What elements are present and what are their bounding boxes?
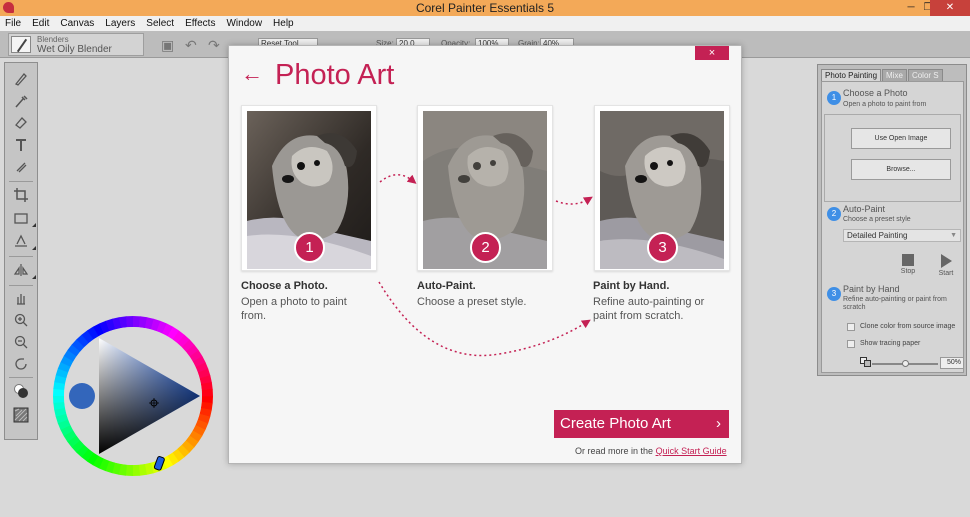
tracing-opacity-value[interactable]: 50% [940, 357, 964, 369]
main-color-swatch [69, 383, 95, 409]
rotate-page-icon[interactable] [11, 354, 31, 374]
transform-tool-icon[interactable] [11, 231, 31, 251]
use-open-image-button[interactable]: Use Open Image [851, 128, 951, 149]
redo-icon[interactable]: ↷ [208, 38, 220, 52]
panel-choose-photo-heading: Choose a Photo [843, 88, 908, 98]
brush-icon [11, 36, 31, 53]
start-label: Start [938, 270, 954, 277]
menu-canvas[interactable]: Canvas [55, 16, 100, 31]
dropper-tool-icon[interactable] [11, 91, 31, 111]
show-tracing-label: Show tracing paper [860, 340, 921, 347]
brush-tool-icon[interactable] [11, 69, 31, 89]
step-3-description: Refine auto-painting or paint from scrat… [593, 296, 705, 322]
hue-ring-segment [132, 464, 140, 476]
preset-style-value: Detailed Painting [847, 231, 908, 240]
photo-art-dialog: × ← Photo Art 1 2 3 Choose a Photo. Open… [228, 45, 742, 464]
clone-color-checkbox[interactable] [847, 323, 855, 331]
step-1-card[interactable]: 1 [241, 105, 377, 271]
menu-window[interactable]: Window [221, 16, 268, 31]
close-window-button[interactable]: ✕ [930, 0, 970, 16]
undo-icon[interactable]: ↶ [185, 38, 197, 52]
menu-edit[interactable]: Edit [27, 16, 55, 31]
crop-tool-icon[interactable] [11, 185, 31, 205]
tracing-paper-icon [860, 357, 871, 367]
step-3-card[interactable]: 3 [594, 105, 730, 271]
brush-selector[interactable]: Blenders Wet Oily Blender [8, 33, 144, 56]
brush-category: Blenders [37, 35, 69, 44]
hue-ring-segment [53, 395, 65, 403]
panel-auto-paint-subtitle: Choose a preset style [843, 216, 911, 223]
stop-label: Stop [900, 268, 916, 275]
create-photo-art-label: Create Photo Art [560, 415, 671, 432]
text-tool-icon[interactable] [11, 135, 31, 155]
flyout-indicator [32, 275, 36, 279]
mirror-tool-icon[interactable] [11, 260, 31, 280]
panel-body: 1 Choose a Photo Open a photo to paint f… [821, 81, 964, 373]
panel-paint-by-hand-heading: Paint by Hand [843, 284, 900, 294]
title-bar: Corel Painter Essentials 5 ─ ❐ ✕ [0, 0, 970, 16]
menu-effects[interactable]: Effects [180, 16, 221, 31]
step-3-badge: 3 [647, 232, 678, 263]
panel-auto-paint-heading: Auto-Paint [843, 204, 886, 214]
eraser-tool-icon[interactable] [11, 113, 31, 133]
step-3-title: Paint by Hand. [593, 280, 670, 292]
step-2-card[interactable]: 2 [417, 105, 553, 271]
color-wheel[interactable] [52, 315, 214, 477]
panel-step-1-badge: 1 [827, 91, 841, 105]
create-photo-art-button[interactable]: Create Photo Art › [554, 410, 729, 438]
hue-ring-segment [126, 316, 134, 328]
chevron-right-icon: › [716, 415, 721, 432]
step-2-description: Choose a preset style. [417, 296, 527, 308]
step-1-title: Choose a Photo. [241, 280, 328, 292]
preset-style-select[interactable]: Detailed Painting ▼ [843, 229, 961, 242]
window-title: Corel Painter Essentials 5 [415, 1, 555, 15]
zoom-in-icon[interactable] [11, 310, 31, 330]
read-more-prefix: Or read more in the [575, 446, 654, 456]
dialog-title: Photo Art [275, 59, 395, 91]
play-icon [940, 254, 952, 268]
step-1-badge: 1 [294, 232, 325, 263]
toolbox-divider [9, 285, 33, 286]
read-more-text: Or read more in the Quick Start Guide [575, 446, 727, 456]
main-additional-color-icon[interactable] [11, 381, 31, 401]
clone-color-label: Clone color from source image [860, 323, 956, 330]
show-tracing-checkbox[interactable] [847, 340, 855, 348]
chevron-down-icon: ▼ [950, 232, 957, 239]
menu-bar: File Edit Canvas Layers Select Effects W… [0, 16, 970, 31]
dialog-close-button[interactable]: × [695, 46, 729, 60]
toolbox-divider [9, 256, 33, 257]
blender-tool-icon[interactable] [11, 157, 31, 177]
zoom-out-icon[interactable] [11, 332, 31, 352]
panel-step-2-badge: 2 [827, 207, 841, 221]
toolbox-divider [9, 181, 33, 182]
panel-choose-photo-subtitle: Open a photo to paint from [843, 101, 927, 108]
panel-step-3-badge: 3 [827, 287, 841, 301]
tracing-opacity-handle[interactable] [901, 360, 909, 367]
step-1-description: Open a photo to paint from. [241, 296, 347, 322]
rectangle-select-icon[interactable] [11, 208, 31, 228]
step-2-title: Auto-Paint. [417, 280, 476, 292]
back-arrow-icon[interactable]: ← [241, 63, 263, 85]
menu-layers[interactable]: Layers [100, 16, 141, 31]
stop-icon [902, 254, 914, 266]
step-2-badge: 2 [470, 232, 501, 263]
grabber-tool-icon[interactable] [11, 288, 31, 308]
menu-file[interactable]: File [0, 16, 27, 31]
toolbox-divider [9, 377, 33, 378]
panel-paint-by-hand-subtitle: Refine auto-painting or paint from scrat… [843, 296, 947, 311]
brush-variant: Wet Oily Blender [37, 44, 112, 55]
toolbox [4, 62, 38, 440]
browse-button[interactable]: Browse... [851, 159, 951, 180]
paper-texture-icon[interactable] [11, 405, 31, 425]
start-button[interactable]: Start [934, 254, 958, 277]
flyout-indicator [32, 223, 36, 227]
photo-painting-panel: Photo Painting Mixe Color S 1 Choose a P… [817, 64, 967, 376]
stop-button[interactable]: Stop [896, 254, 920, 275]
save-icon[interactable]: ▣ [161, 38, 174, 52]
menu-help[interactable]: Help [268, 16, 300, 31]
menu-select[interactable]: Select [141, 16, 180, 31]
flyout-indicator [32, 246, 36, 250]
hue-ring-segment [201, 389, 213, 397]
quick-start-guide-link[interactable]: Quick Start Guide [656, 446, 727, 456]
